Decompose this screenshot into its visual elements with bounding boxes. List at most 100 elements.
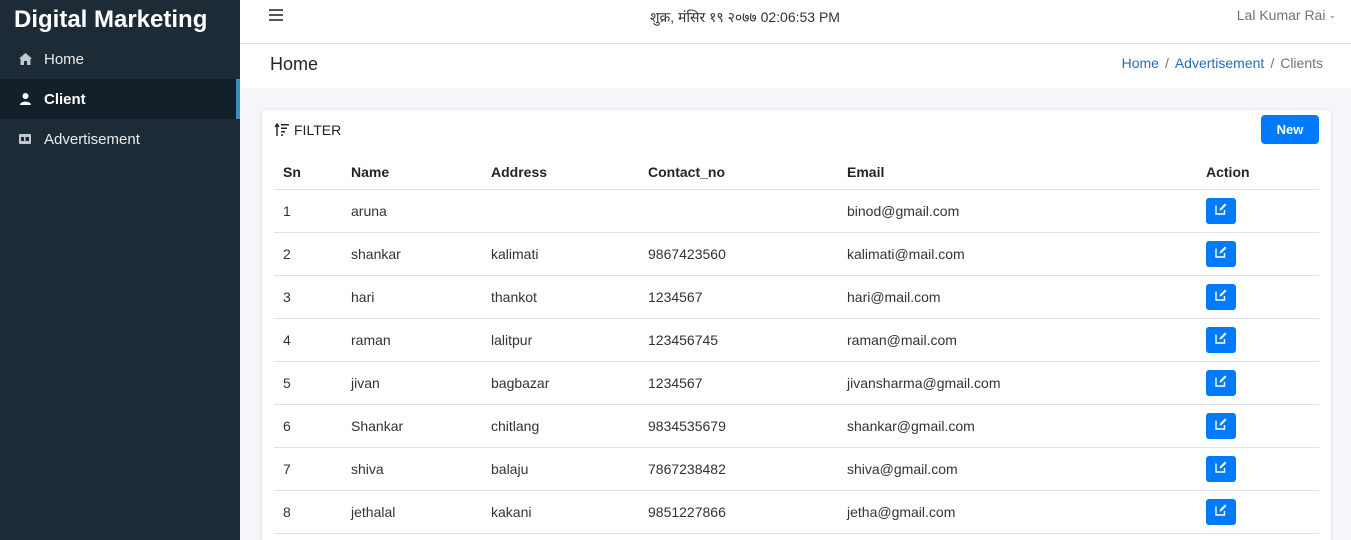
cell-sn: 3 — [274, 275, 342, 319]
filter-label: FILTER — [294, 122, 342, 138]
table-row: 6 Shankar chitlang 9834535679 shankar@gm… — [274, 404, 1319, 448]
cell-contact: 1234567 — [639, 275, 838, 319]
user-name: Lal Kumar Rai — [1236, 7, 1326, 23]
sidebar-item-label: Client — [44, 90, 86, 108]
cell-contact: 123456745 — [639, 318, 838, 362]
cell-email: raman@mail.com — [838, 318, 1197, 362]
cell-email: jetha@gmail.com — [838, 490, 1197, 534]
cell-name: raman — [342, 318, 482, 362]
cell-sn: 2 — [274, 232, 342, 276]
cell-contact: 9851227866 — [639, 490, 838, 534]
cell-address — [482, 189, 639, 233]
cell-action — [1197, 447, 1319, 491]
cell-action — [1197, 275, 1319, 319]
sidebar: Digital Marketing Home Client Advertisem… — [0, 0, 240, 540]
cell-sn: 1 — [274, 189, 342, 233]
clients-card: FILTER New Sn Name Address Contact_no Em… — [262, 110, 1331, 540]
new-client-button[interactable]: New — [1261, 115, 1319, 144]
cell-sn: 8 — [274, 490, 342, 534]
sort-filter-icon — [274, 122, 289, 137]
cell-contact: 9867423560 — [639, 232, 838, 276]
cell-address: chitlang — [482, 404, 639, 448]
datetime-display: शुक्र, मंसिर १९ २०७७ 02:06:53 PM — [650, 9, 840, 25]
cell-action — [1197, 189, 1319, 233]
sidebar-item-client[interactable]: Client — [0, 79, 240, 119]
edit-icon — [1215, 203, 1227, 218]
top-navbar: शुक्र, मंसिर १९ २०७७ 02:06:53 PM Lal Kum… — [240, 0, 1351, 44]
chevron-down-icon: ⌄ — [1328, 10, 1336, 20]
cell-address: balaju — [482, 447, 639, 491]
table-row: 5 jivan bagbazar 1234567 jivansharma@gma… — [274, 361, 1319, 405]
column-header-address: Address — [482, 155, 639, 190]
cell-email: shankar@gmail.com — [838, 404, 1197, 448]
cell-name: jivan — [342, 361, 482, 405]
edit-icon — [1215, 375, 1227, 390]
cell-address: lalitpur — [482, 318, 639, 362]
edit-button[interactable] — [1206, 326, 1236, 353]
cell-sn: 7 — [274, 447, 342, 491]
cell-address: bagbazar — [482, 361, 639, 405]
cell-email: hari@mail.com — [838, 275, 1197, 319]
cell-action — [1197, 404, 1319, 448]
cell-sn: 5 — [274, 361, 342, 405]
cell-address: kalimati — [482, 232, 639, 276]
user-icon — [18, 92, 32, 106]
edit-button[interactable] — [1206, 412, 1236, 439]
sidebar-item-advertisement[interactable]: Advertisement — [0, 119, 240, 159]
cell-address: thankot — [482, 275, 639, 319]
table-row: 1 aruna binod@gmail.com — [274, 189, 1319, 233]
table-row: 8 jethalal kakani 9851227866 jetha@gmail… — [274, 490, 1319, 534]
page-title: Home — [270, 54, 319, 74]
table-header-row: Sn Name Address Contact_no Email Action — [274, 155, 1319, 190]
filter-toggle[interactable]: FILTER — [274, 122, 342, 138]
cell-address: kakani — [482, 490, 639, 534]
cell-contact: 1234567 — [639, 361, 838, 405]
home-icon — [18, 52, 32, 66]
breadcrumb-current: Clients — [1280, 55, 1323, 71]
ad-icon — [18, 132, 32, 146]
table-row: 7 shiva balaju 7867238482 shiva@gmail.co… — [274, 447, 1319, 491]
sidebar-item-home[interactable]: Home — [0, 39, 240, 79]
table-row: 2 shankar kalimati 9867423560 kalimati@m… — [274, 232, 1319, 276]
cell-action — [1197, 318, 1319, 362]
sidebar-item-label: Advertisement — [44, 130, 140, 148]
cell-name: hari — [342, 275, 482, 319]
edit-button[interactable] — [1206, 455, 1236, 482]
cell-name: shiva — [342, 447, 482, 491]
edit-button[interactable] — [1206, 197, 1236, 224]
cell-contact: 7867238482 — [639, 447, 838, 491]
edit-button[interactable] — [1206, 240, 1236, 267]
column-header-action: Action — [1197, 155, 1319, 190]
cell-name: jethalal — [342, 490, 482, 534]
cell-action — [1197, 490, 1319, 534]
breadcrumb: Home / Advertisement / Clients — [1121, 55, 1323, 71]
breadcrumb-home[interactable]: Home — [1122, 55, 1159, 71]
edit-icon — [1215, 289, 1227, 304]
menu-toggle-icon[interactable] — [269, 9, 283, 21]
content-header: Home Home / Advertisement / Clients — [240, 44, 1351, 88]
column-header-email: Email — [838, 155, 1197, 190]
breadcrumb-advertisement[interactable]: Advertisement — [1175, 55, 1264, 71]
cell-contact: 9834535679 — [639, 404, 838, 448]
cell-email: shiva@gmail.com — [838, 447, 1197, 491]
cell-email: jivansharma@gmail.com — [838, 361, 1197, 405]
edit-button[interactable] — [1206, 283, 1236, 310]
cell-name: Shankar — [342, 404, 482, 448]
cell-contact — [639, 189, 838, 233]
edit-icon — [1215, 504, 1227, 519]
cell-action — [1197, 361, 1319, 405]
table-row: 3 hari thankot 1234567 hari@mail.com — [274, 275, 1319, 319]
cell-name: shankar — [342, 232, 482, 276]
cell-email: kalimati@mail.com — [838, 232, 1197, 276]
user-menu[interactable]: Lal Kumar Rai ⌄ — [1237, 7, 1336, 23]
table-row: 4 raman lalitpur 123456745 raman@mail.co… — [274, 318, 1319, 362]
sidebar-item-label: Home — [44, 50, 85, 68]
cell-sn: 4 — [274, 318, 342, 362]
edit-button[interactable] — [1206, 369, 1236, 396]
edit-icon — [1215, 418, 1227, 433]
brand-title[interactable]: Digital Marketing — [0, 0, 240, 42]
edit-button[interactable] — [1206, 498, 1236, 525]
edit-icon — [1215, 332, 1227, 347]
column-header-name: Name — [342, 155, 482, 190]
clients-table: Sn Name Address Contact_no Email Action … — [274, 155, 1319, 534]
